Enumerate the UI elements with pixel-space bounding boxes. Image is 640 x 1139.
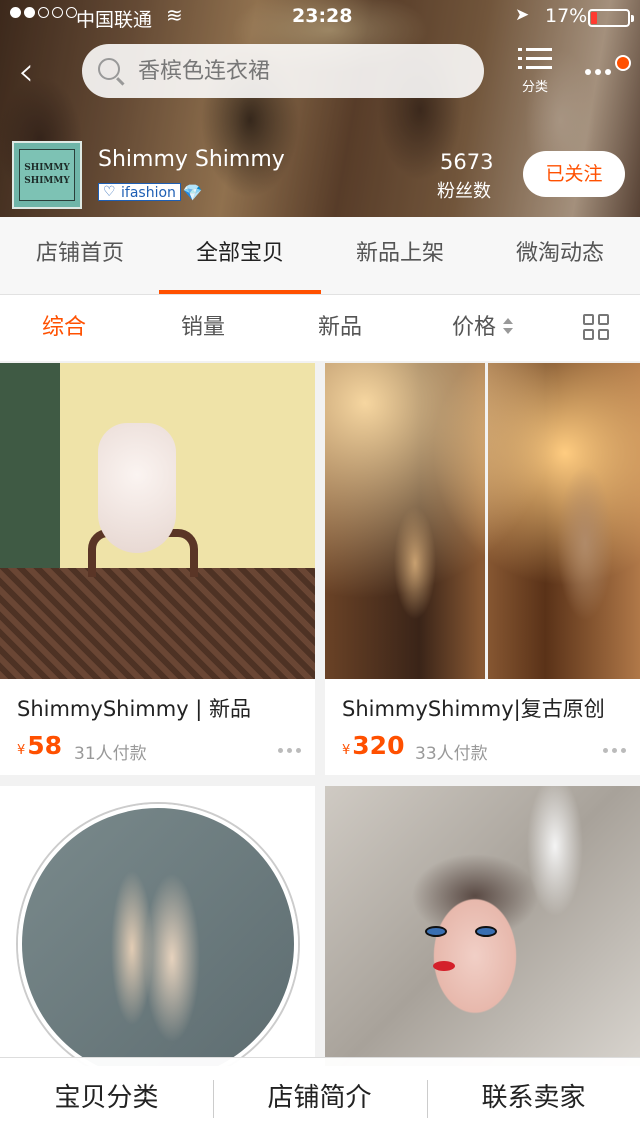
status-bar: 中国联通 ≋ 23:28 ➤ 17% — [0, 0, 640, 36]
product-image — [0, 363, 315, 679]
ifashion-label: ifashion — [98, 183, 181, 201]
mannequin-lips-shape — [433, 961, 455, 971]
notification-dot — [615, 55, 631, 71]
sort-price[interactable]: 价格 — [452, 295, 514, 361]
tab-shop-home[interactable]: 店铺首页 — [0, 217, 160, 295]
battery-icon — [588, 9, 634, 27]
currency-symbol: ¥ — [17, 743, 26, 758]
logo-text-line1: SHIMMY — [24, 163, 70, 173]
list-icon — [518, 46, 552, 72]
active-tab-indicator — [159, 290, 321, 294]
search-bar[interactable] — [82, 44, 484, 98]
currency-symbol: ¥ — [342, 743, 351, 758]
shop-name: Shimmy Shimmy — [98, 147, 285, 172]
product-card[interactable] — [325, 786, 640, 1066]
mannequin-eye-shape — [425, 926, 447, 937]
back-button[interactable]: ‹ — [18, 52, 54, 96]
sort-bar: 综合 销量 新品 价格 — [0, 295, 640, 361]
product-price: ¥320 — [342, 731, 404, 760]
logo-text-line2: SHIMMY — [24, 176, 70, 186]
product-image — [325, 786, 640, 1066]
sold-count: 33人付款 — [415, 744, 488, 764]
location-arrow-icon: ➤ — [515, 5, 530, 25]
tab-weitao-feed[interactable]: 微淘动态 — [480, 217, 640, 295]
bottom-bar: 宝贝分类 店铺简介 联系卖家 — [0, 1057, 640, 1139]
sort-sales[interactable]: 销量 — [181, 295, 225, 361]
shop-tabs: 店铺首页 全部宝贝 新品上架 微淘动态 — [0, 217, 640, 295]
more-options-icon[interactable] — [603, 748, 626, 753]
tab-all-items[interactable]: 全部宝贝 — [160, 217, 320, 295]
sort-arrows-icon — [502, 318, 514, 334]
product-card[interactable]: ShimmyShimmy | 新品 ¥58 31人付款 — [0, 363, 315, 775]
diamond-icon: 💎 — [182, 182, 203, 202]
category-label: 分类 — [521, 80, 548, 95]
signal-strength-icon — [10, 7, 77, 18]
tab-new-arrivals[interactable]: 新品上架 — [320, 217, 480, 295]
search-icon — [98, 58, 120, 80]
wicker-case-shape — [0, 568, 315, 679]
product-price: ¥58 — [17, 731, 62, 760]
product-title: ShimmyShimmy | 新品 — [17, 697, 252, 721]
sort-price-label: 价格 — [452, 315, 497, 340]
clock: 23:28 — [292, 5, 353, 27]
product-card[interactable] — [0, 786, 315, 1066]
price-value: 58 — [27, 731, 63, 760]
more-options-icon[interactable] — [278, 748, 301, 753]
category-button[interactable]: 分类 — [512, 46, 558, 98]
mannequin-eye-shape — [475, 926, 497, 937]
shop-intro-button[interactable]: 店铺简介 — [213, 1058, 426, 1139]
grid-view-icon[interactable] — [583, 314, 609, 340]
search-input[interactable] — [138, 44, 468, 98]
follow-button[interactable]: 已关注 — [523, 151, 625, 197]
product-title: ShimmyShimmy|复古原创 — [342, 697, 605, 721]
item-categories-button[interactable]: 宝贝分类 — [0, 1058, 213, 1139]
fans-count: 5673 — [440, 150, 494, 174]
carrier-name: 中国联通 — [76, 9, 153, 31]
lace-glove-shape — [98, 423, 176, 553]
product-card[interactable]: ShimmyShimmy|复古原创 ¥320 33人付款 — [325, 363, 640, 775]
sold-count: 31人付款 — [74, 744, 147, 764]
sort-comprehensive[interactable]: 综合 — [42, 295, 86, 361]
price-value: 320 — [352, 731, 405, 760]
sort-newest[interactable]: 新品 — [318, 295, 362, 361]
gloves-photo-circle — [18, 804, 298, 1066]
image-divider — [485, 363, 488, 679]
shop-logo[interactable]: SHIMMY SHIMMY — [12, 141, 82, 209]
fans-label: 粉丝数 — [437, 181, 491, 202]
contact-seller-button[interactable]: 联系卖家 — [427, 1058, 640, 1139]
chevron-left-icon: ‹ — [18, 49, 34, 95]
product-image — [325, 363, 640, 679]
wifi-icon: ≋ — [166, 3, 183, 27]
product-image — [0, 786, 315, 1066]
ifashion-badge: ifashion 💎 — [98, 182, 203, 202]
battery-percent: 17% — [545, 5, 588, 27]
